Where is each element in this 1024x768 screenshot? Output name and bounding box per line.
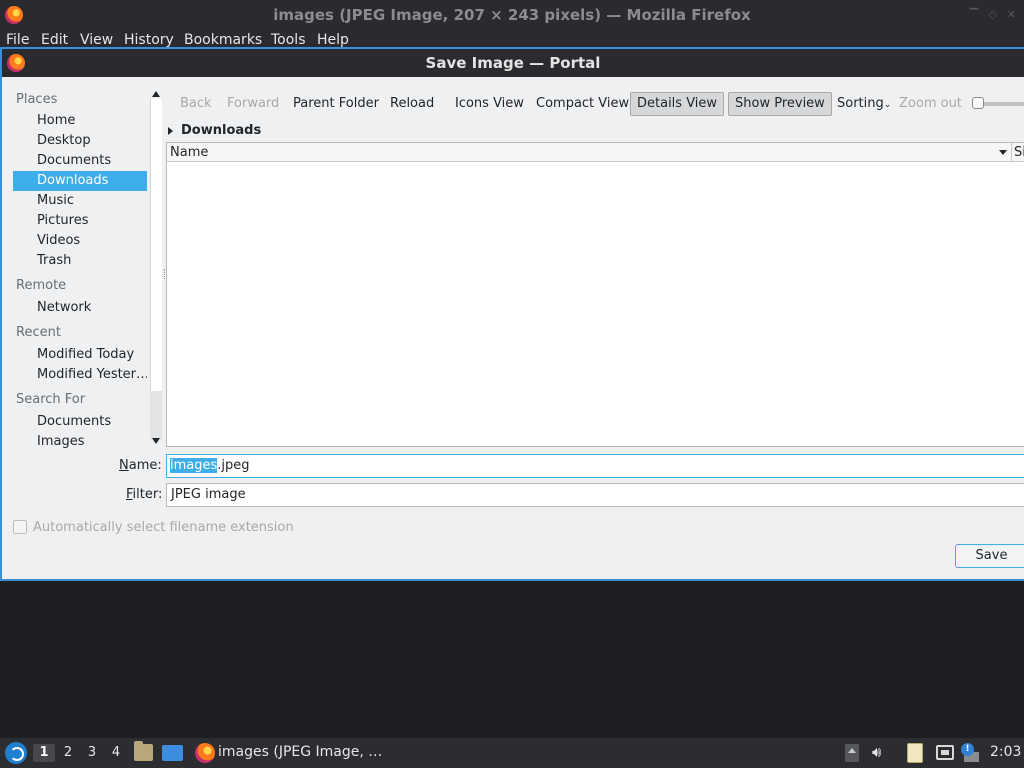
sorting-button[interactable]: Sorting⌄ xyxy=(830,92,898,116)
reload-button[interactable]: Reload xyxy=(383,92,441,116)
clock[interactable]: 2:03 xyxy=(990,744,1021,760)
sidebar-scrollbar[interactable] xyxy=(149,87,163,449)
menu-bookmarks[interactable]: Bookmarks xyxy=(184,32,262,48)
save-image-dialog: Save Image — Portal Places Home Desktop … xyxy=(0,47,1024,581)
breadcrumb-current-folder[interactable]: Downloads xyxy=(181,123,261,138)
file-dialog-toolbar: Back Forward Parent Folder Reload Icons … xyxy=(167,92,1024,118)
notification-alert-icon: ! xyxy=(961,743,974,756)
zoom-out-button[interactable]: Zoom out xyxy=(892,92,969,116)
file-list-view[interactable]: Name Size xyxy=(166,142,1024,447)
desktop-switch-3[interactable]: 3 xyxy=(81,744,103,762)
column-header-name[interactable]: Name xyxy=(170,145,208,160)
icons-view-button[interactable]: Icons View xyxy=(448,92,531,116)
scrollbar-thumb[interactable] xyxy=(150,99,162,391)
sidebar-item-search-documents[interactable]: Documents xyxy=(13,412,147,432)
maximize-icon[interactable]: ◇ xyxy=(988,8,996,21)
menu-help[interactable]: Help xyxy=(317,32,349,48)
zoom-slider-handle[interactable] xyxy=(972,97,984,109)
filename-input[interactable]: images.jpeg xyxy=(166,454,1024,478)
name-label-mnemonic: N xyxy=(119,458,129,473)
sidebar-item-videos[interactable]: Videos xyxy=(13,231,147,251)
show-desktop-icon[interactable] xyxy=(162,745,183,761)
scroll-down-icon[interactable] xyxy=(152,438,160,444)
remote-section-header: Remote xyxy=(16,278,67,293)
name-label-text: ame: xyxy=(128,458,162,473)
filename-extension-text: .jpeg xyxy=(217,458,250,473)
show-preview-button[interactable]: Show Preview xyxy=(728,92,832,116)
filename-selected-text: images xyxy=(170,458,218,473)
chevron-right-icon xyxy=(168,127,173,135)
firefox-menubar: File Edit View History Bookmarks Tools H… xyxy=(0,30,1024,48)
desktop-switch-2[interactable]: 2 xyxy=(57,744,79,762)
tray-expand-icon[interactable] xyxy=(845,744,859,762)
sidebar-item-trash[interactable]: Trash xyxy=(13,251,147,271)
sidebar-item-network[interactable]: Network xyxy=(13,298,147,318)
search-section-header: Search For xyxy=(16,392,86,407)
zoom-slider[interactable] xyxy=(972,97,1024,109)
recent-section-header: Recent xyxy=(16,325,61,340)
menu-history[interactable]: History xyxy=(124,32,174,48)
menu-file[interactable]: File xyxy=(6,32,29,48)
taskbar-window-button[interactable]: images (JPEG Image, … xyxy=(218,744,382,760)
menu-view[interactable]: View xyxy=(80,32,113,48)
file-manager-icon[interactable] xyxy=(134,741,153,761)
sidebar-item-home[interactable]: Home xyxy=(13,111,147,131)
sidebar-item-search-images[interactable]: Images xyxy=(13,432,147,449)
name-label: Name: xyxy=(119,458,162,473)
forward-button[interactable]: Forward xyxy=(220,92,286,116)
dialog-titlebar: Save Image — Portal xyxy=(2,49,1024,77)
chevron-down-icon: ⌄ xyxy=(883,100,892,110)
compact-view-button[interactable]: Compact View xyxy=(529,92,636,116)
sidebar-item-downloads[interactable]: Downloads xyxy=(13,171,147,191)
notifications-icon[interactable]: ! xyxy=(961,743,979,763)
clipboard-icon[interactable] xyxy=(907,743,923,763)
app-launcher-icon[interactable] xyxy=(5,742,27,764)
auto-extension-label: Automatically select filename extension xyxy=(33,520,294,535)
minimize-icon[interactable]: ▔ xyxy=(970,8,978,21)
filter-label-text: ilter: xyxy=(132,487,163,502)
firefox-task-icon[interactable] xyxy=(195,743,215,763)
firefox-titlebar: images (JPEG Image, 207 × 243 pixels) — … xyxy=(0,0,1024,30)
scrollbar-track[interactable] xyxy=(150,391,162,439)
scroll-up-icon[interactable] xyxy=(152,91,160,97)
places-sidebar: Places Home Desktop Documents Downloads … xyxy=(13,87,149,449)
filter-label: Filter: xyxy=(126,487,162,502)
close-icon[interactable]: ✕ xyxy=(1007,8,1016,21)
sidebar-item-pictures[interactable]: Pictures xyxy=(13,211,147,231)
taskbar: 1 2 3 4 images (JPEG Image, … 🔊︎ ! 2:03 xyxy=(0,738,1024,768)
column-header-size[interactable]: Size xyxy=(1014,145,1024,160)
sorting-label: Sorting xyxy=(837,96,884,111)
menu-tools[interactable]: Tools xyxy=(271,32,306,48)
menu-edit[interactable]: Edit xyxy=(41,32,68,48)
filter-select[interactable]: JPEG image xyxy=(166,483,1024,507)
sidebar-item-documents[interactable]: Documents xyxy=(13,151,147,171)
desktop-switch-1[interactable]: 1 xyxy=(33,744,55,762)
column-divider[interactable] xyxy=(1011,143,1012,162)
dialog-title: Save Image — Portal xyxy=(425,54,601,72)
save-button[interactable]: Save xyxy=(955,544,1024,568)
details-view-button[interactable]: Details View xyxy=(630,92,725,116)
sidebar-item-modified-yesterday[interactable]: Modified Yester… xyxy=(13,365,147,385)
sidebar-item-desktop[interactable]: Desktop xyxy=(13,131,147,151)
volume-icon[interactable]: 🔊︎ xyxy=(872,743,881,761)
parent-folder-button[interactable]: Parent Folder xyxy=(286,92,386,116)
sort-descending-icon xyxy=(999,150,1007,155)
window-title: images (JPEG Image, 207 × 243 pixels) — … xyxy=(273,6,751,24)
back-button[interactable]: Back xyxy=(173,92,219,116)
desktop-switch-4[interactable]: 4 xyxy=(105,744,127,762)
sidebar-item-modified-today[interactable]: Modified Today xyxy=(13,345,147,365)
file-list-header: Name Size xyxy=(167,143,1024,162)
auto-extension-checkbox[interactable] xyxy=(13,520,27,534)
places-section-header: Places xyxy=(16,92,58,107)
network-icon[interactable] xyxy=(936,745,954,760)
window-controls: ▔ ◇ ✕ xyxy=(970,8,1016,21)
sidebar-item-music[interactable]: Music xyxy=(13,191,147,211)
